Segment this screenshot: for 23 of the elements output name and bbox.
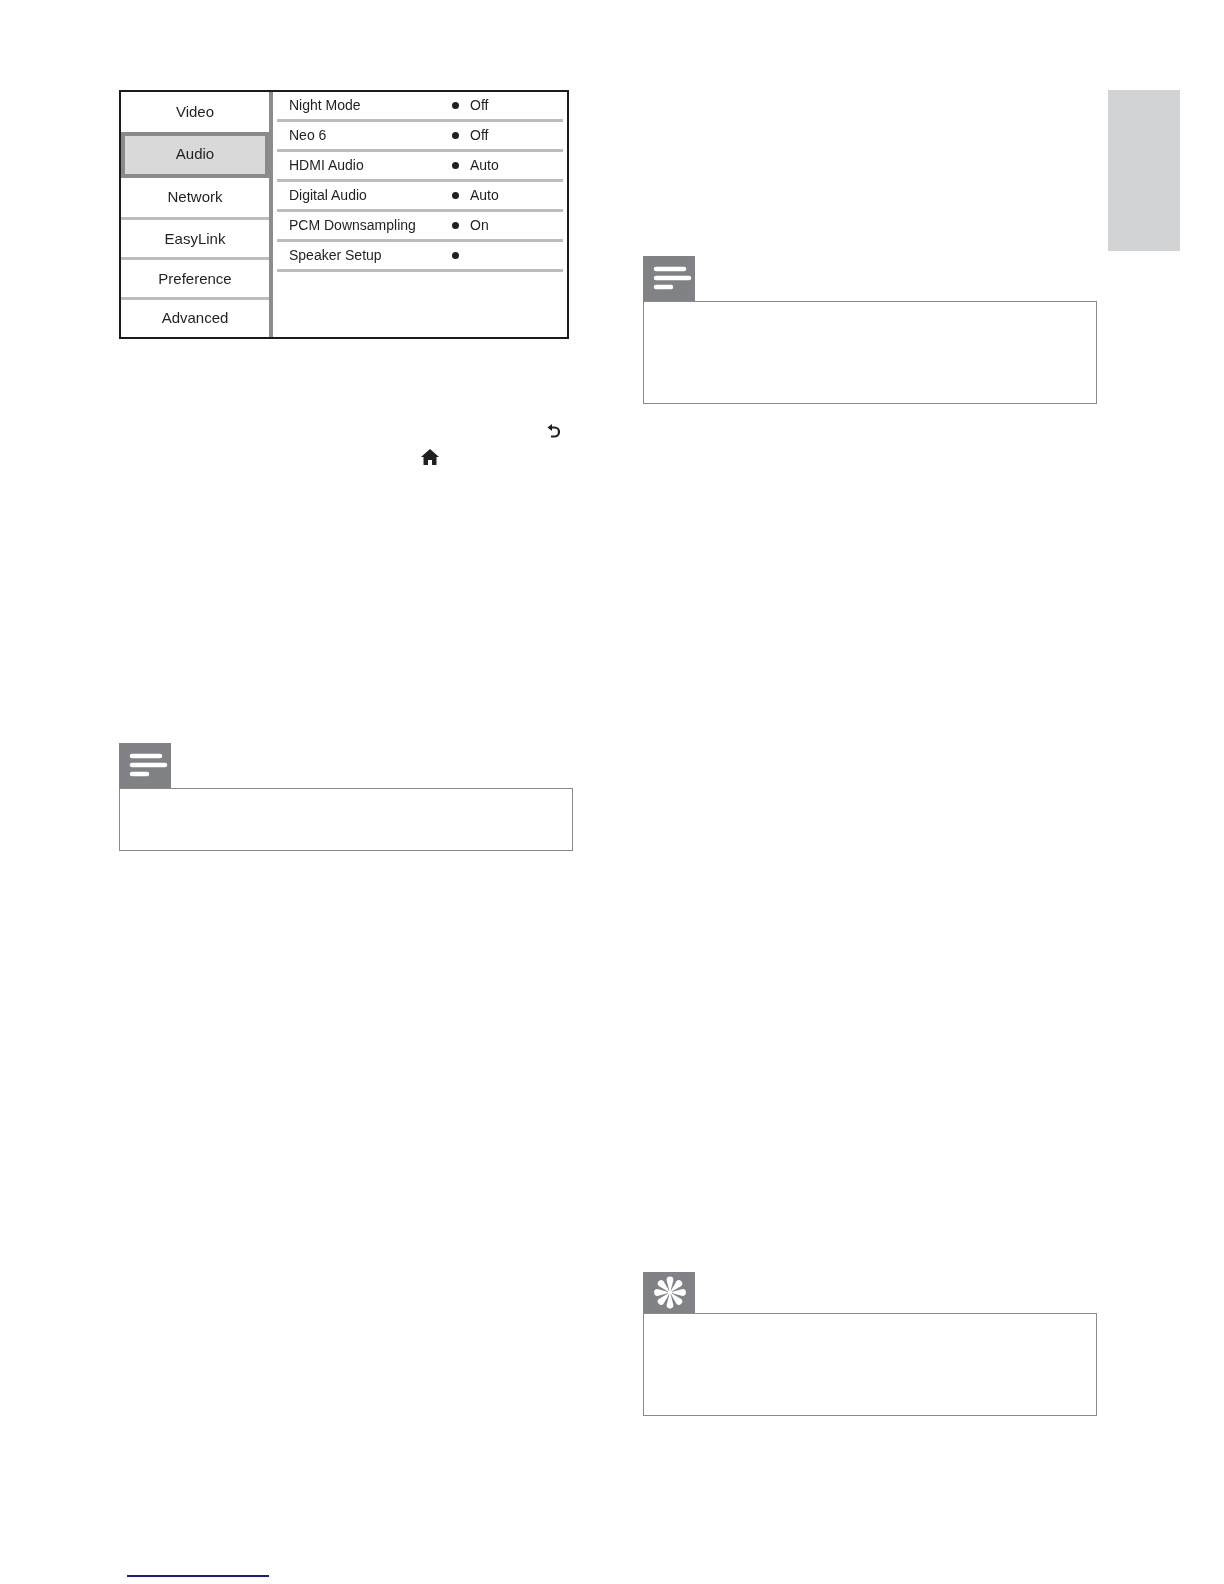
setting-value: Auto — [470, 186, 500, 205]
setting-label: Speaker Setup — [288, 246, 383, 265]
setting-label: Night Mode — [288, 96, 362, 115]
bullet-icon — [452, 102, 459, 109]
bullet-icon — [452, 252, 459, 259]
bullet-icon — [452, 192, 459, 199]
setting-value: Off — [470, 126, 490, 145]
bullet-icon — [452, 162, 459, 169]
note-icon — [643, 256, 695, 301]
setting-value: Auto — [470, 156, 500, 175]
setting-value: Off — [470, 96, 490, 115]
setting-label: PCM Downsampling — [288, 216, 417, 235]
note-icon — [119, 743, 171, 788]
setting-label: Neo 6 — [288, 126, 328, 145]
setting-label: Digital Audio — [288, 186, 368, 205]
bullet-icon — [452, 132, 459, 139]
asterisk-icon — [643, 1272, 695, 1313]
setting-value: On — [470, 216, 490, 235]
back-icon — [547, 424, 560, 439]
home-icon — [421, 449, 439, 465]
bullet-icon — [452, 222, 459, 229]
menu-category-tab[interactable]: Audio — [121, 131, 269, 178]
setting-label: HDMI Audio — [288, 156, 365, 175]
